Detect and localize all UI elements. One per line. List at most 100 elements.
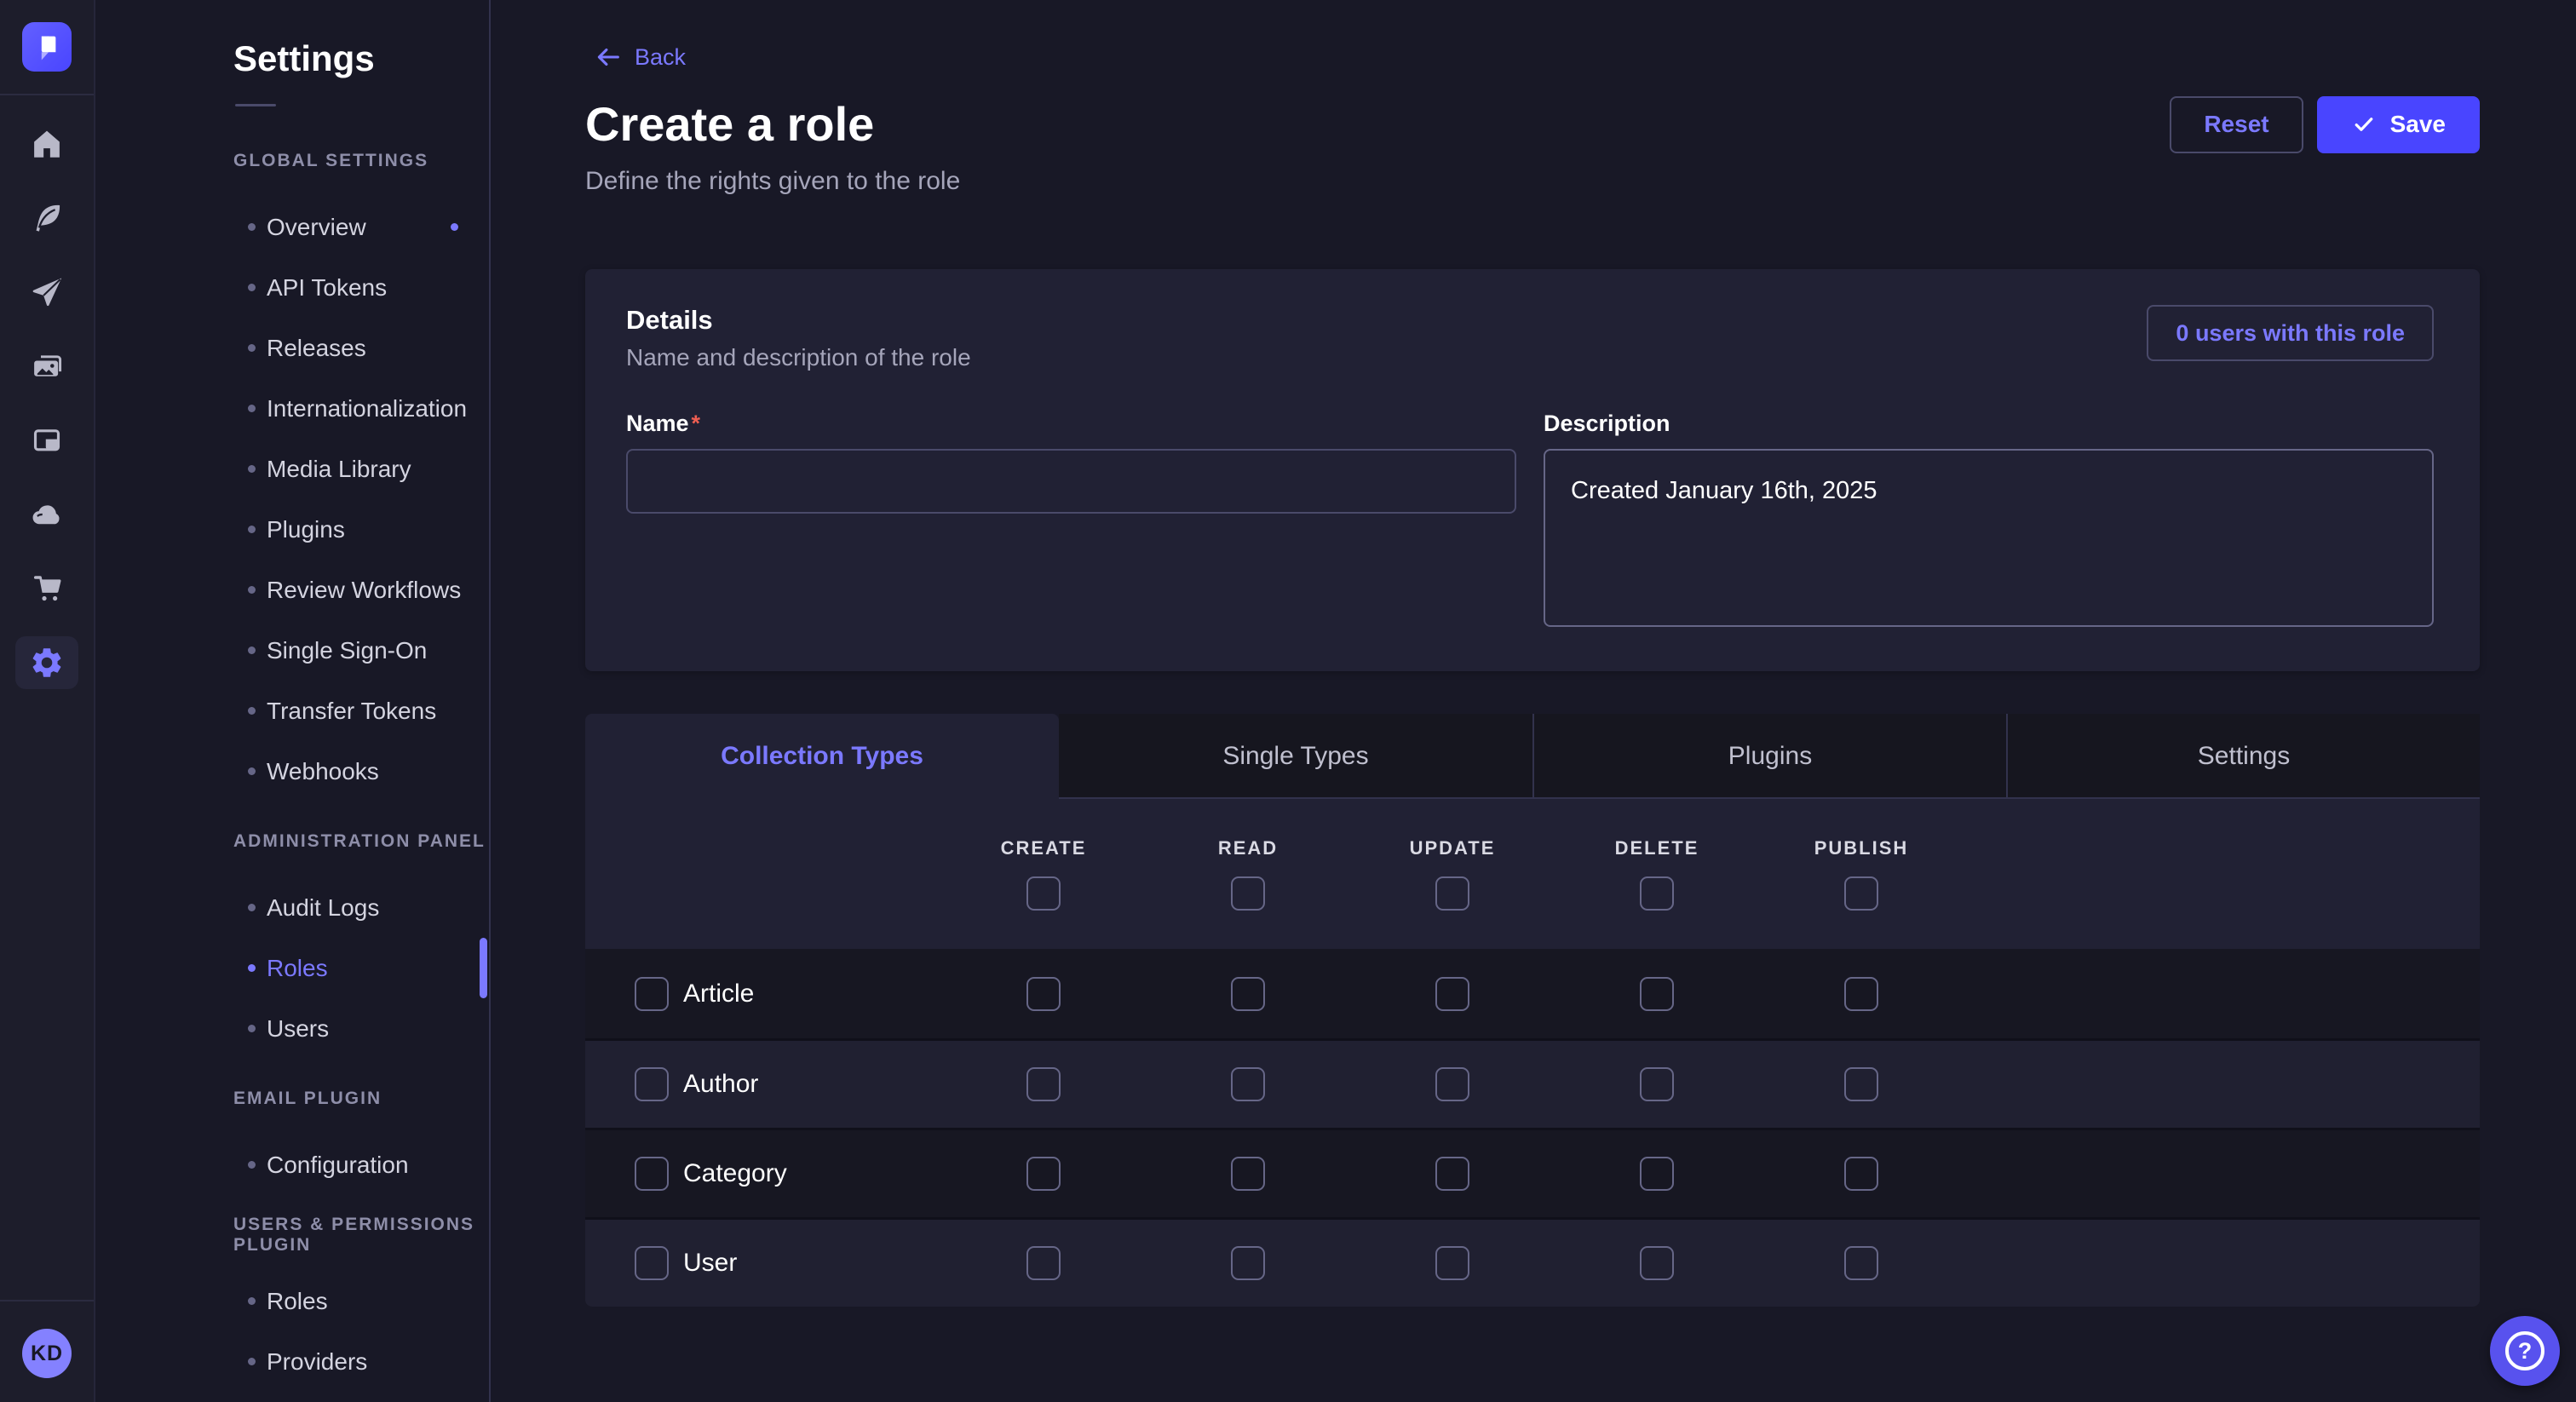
section-header-email-plugin: EMAIL PLUGIN: [233, 1080, 489, 1118]
category-create-checkbox[interactable]: [1026, 1157, 1061, 1191]
user-create-checkbox[interactable]: [1026, 1246, 1061, 1280]
bullet-icon: [248, 964, 256, 972]
sidebar-item-media-library[interactable]: Media Library: [95, 439, 489, 499]
tab-settings[interactable]: Settings: [2006, 714, 2480, 799]
layout-icon[interactable]: [0, 403, 95, 477]
user-update-checkbox[interactable]: [1435, 1246, 1469, 1280]
bullet-icon: [248, 223, 256, 231]
article-create-checkbox[interactable]: [1026, 977, 1061, 1011]
help-button[interactable]: ?: [2490, 1316, 2560, 1386]
bullet-icon: [248, 707, 256, 715]
user-delete-checkbox[interactable]: [1640, 1246, 1674, 1280]
subnav-title: Settings: [233, 32, 489, 85]
select-all-create-checkbox[interactable]: [1026, 876, 1061, 911]
author-delete-checkbox[interactable]: [1640, 1067, 1674, 1101]
sidebar-item-roles-admin[interactable]: Roles: [95, 938, 489, 998]
sidebar-item-providers[interactable]: Providers: [95, 1331, 489, 1392]
select-all-publish-checkbox[interactable]: [1844, 876, 1878, 911]
home-icon[interactable]: [0, 106, 95, 181]
users-with-role-button[interactable]: 0 users with this role: [2147, 305, 2434, 361]
bullet-icon: [248, 526, 256, 533]
category-delete-checkbox[interactable]: [1640, 1157, 1674, 1191]
main-nav-rail: KD: [0, 0, 95, 1402]
row-select-checkbox[interactable]: [635, 977, 669, 1011]
save-button[interactable]: Save: [2317, 96, 2480, 153]
user-publish-checkbox[interactable]: [1844, 1246, 1878, 1280]
sidebar-item-webhooks[interactable]: Webhooks: [95, 741, 489, 802]
permissions-tabs: Collection Types Single Types Plugins Se…: [585, 714, 2480, 799]
sidebar-item-releases[interactable]: Releases: [95, 318, 489, 378]
author-update-checkbox[interactable]: [1435, 1067, 1469, 1101]
cart-icon[interactable]: [0, 551, 95, 625]
back-link[interactable]: Back: [594, 43, 686, 72]
author-read-checkbox[interactable]: [1231, 1067, 1265, 1101]
section-header-global-settings: GLOBAL SETTINGS: [233, 142, 489, 180]
check-icon: [2351, 112, 2377, 137]
name-label: Name*: [626, 411, 1516, 437]
article-read-checkbox[interactable]: [1231, 977, 1265, 1011]
details-card-header: Details Name and description of the role…: [626, 305, 2434, 371]
page-header: Create a role Reset Save: [585, 95, 2480, 153]
description-field-group: Description Created January 16th, 2025: [1544, 411, 2434, 627]
select-all-update-checkbox[interactable]: [1435, 876, 1469, 911]
select-all-delete-checkbox[interactable]: [1640, 876, 1674, 911]
details-card-titles: Details Name and description of the role: [626, 305, 971, 371]
column-create: CREATE: [941, 837, 1146, 911]
sidebar-item-plugins[interactable]: Plugins: [95, 499, 489, 560]
required-asterisk: *: [692, 411, 701, 436]
article-update-checkbox[interactable]: [1435, 977, 1469, 1011]
subnav-title-divider: [235, 104, 276, 106]
sidebar-item-single-sign-on[interactable]: Single Sign-On: [95, 620, 489, 681]
table-row-author: Author: [585, 1038, 2480, 1128]
column-update: UPDATE: [1350, 837, 1555, 911]
feather-icon[interactable]: [0, 181, 95, 255]
section-list-global-settings: Overview API Tokens Releases Internation…: [95, 197, 489, 802]
sidebar-item-roles-up[interactable]: Roles: [95, 1271, 489, 1331]
notification-dot: [451, 223, 458, 231]
sidebar-item-transfer-tokens[interactable]: Transfer Tokens: [95, 681, 489, 741]
category-read-checkbox[interactable]: [1231, 1157, 1265, 1191]
tab-single-types[interactable]: Single Types: [1059, 714, 1532, 799]
sidebar-item-configuration[interactable]: Configuration: [95, 1135, 489, 1195]
description-label: Description: [1544, 411, 2434, 437]
row-select-checkbox[interactable]: [635, 1157, 669, 1191]
select-all-read-checkbox[interactable]: [1231, 876, 1265, 911]
sidebar-item-users[interactable]: Users: [95, 998, 489, 1059]
tab-collection-types[interactable]: Collection Types: [585, 714, 1059, 799]
sidebar-item-api-tokens[interactable]: API Tokens: [95, 257, 489, 318]
row-select-checkbox[interactable]: [635, 1067, 669, 1101]
gear-icon[interactable]: [0, 625, 95, 699]
sidebar-item-audit-logs[interactable]: Audit Logs: [95, 877, 489, 938]
author-create-checkbox[interactable]: [1026, 1067, 1061, 1101]
reset-button[interactable]: Reset: [2170, 96, 2303, 153]
bullet-icon: [248, 405, 256, 412]
rail-footer: KD: [0, 1300, 94, 1402]
table-row-user: User: [585, 1217, 2480, 1307]
details-title: Details: [626, 305, 971, 336]
back-label: Back: [635, 44, 686, 71]
permissions-table: CREATE READ UPDATE DELETE: [585, 799, 2480, 1307]
sidebar-item-overview[interactable]: Overview: [95, 197, 489, 257]
name-input[interactable]: [626, 449, 1516, 514]
cloud-icon[interactable]: [0, 477, 95, 551]
media-images-icon[interactable]: [0, 329, 95, 403]
paper-plane-icon[interactable]: [0, 255, 95, 329]
section-header-users-permissions-plugin: USERS & PERMISSIONS PLUGIN: [233, 1216, 489, 1254]
question-circle-icon: ?: [2505, 1331, 2544, 1370]
category-publish-checkbox[interactable]: [1844, 1157, 1878, 1191]
description-textarea[interactable]: Created January 16th, 2025: [1544, 449, 2434, 627]
bullet-icon: [248, 344, 256, 352]
category-update-checkbox[interactable]: [1435, 1157, 1469, 1191]
row-select-checkbox[interactable]: [635, 1246, 669, 1280]
article-delete-checkbox[interactable]: [1640, 977, 1674, 1011]
strapi-logo[interactable]: [22, 22, 72, 72]
strapi-settings-create-role-screen: KD Settings GLOBAL SETTINGS Overview API…: [0, 0, 2576, 1402]
user-avatar[interactable]: KD: [22, 1329, 72, 1378]
rail-icon-list: [0, 106, 95, 699]
author-publish-checkbox[interactable]: [1844, 1067, 1878, 1101]
tab-plugins[interactable]: Plugins: [1532, 714, 2006, 799]
sidebar-item-review-workflows[interactable]: Review Workflows: [95, 560, 489, 620]
article-publish-checkbox[interactable]: [1844, 977, 1878, 1011]
sidebar-item-internationalization[interactable]: Internationalization: [95, 378, 489, 439]
user-read-checkbox[interactable]: [1231, 1246, 1265, 1280]
